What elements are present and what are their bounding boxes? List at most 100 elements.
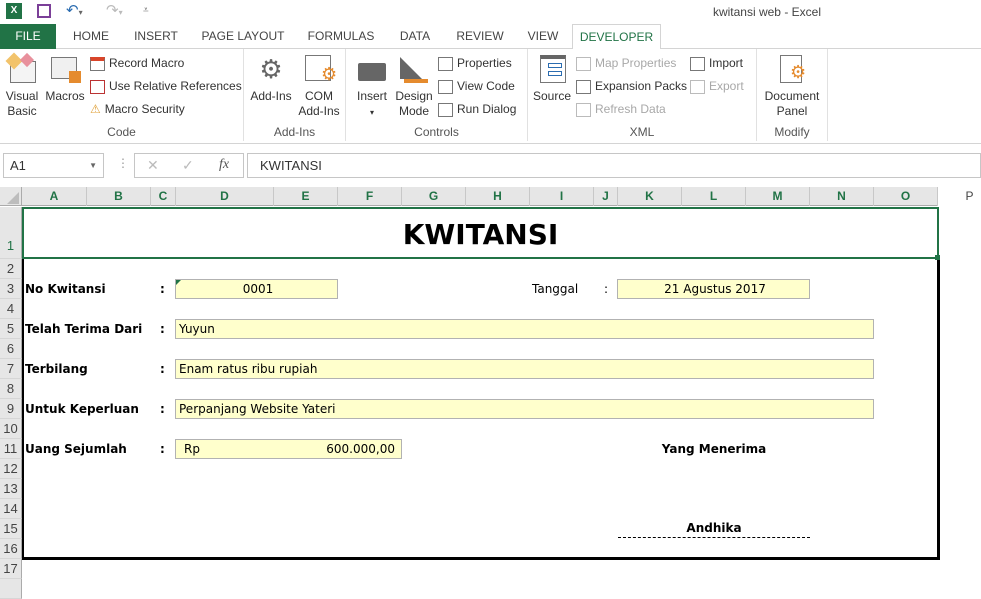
row-header-7[interactable]: 7: [0, 359, 22, 379]
window-title: kwitansi web - Excel: [712, 5, 821, 19]
select-all-button[interactable]: [0, 187, 22, 206]
tab-file[interactable]: FILE: [0, 24, 56, 49]
document-panel-button[interactable]: ⚙ Document Panel: [761, 53, 823, 119]
run-dialog-button[interactable]: Run Dialog: [438, 99, 516, 119]
column-header-g[interactable]: G: [402, 187, 466, 206]
tanggal-label: Tanggal: [532, 282, 579, 296]
group-label-modify: Modify: [774, 125, 810, 139]
cancel-icon[interactable]: ✕: [147, 157, 159, 174]
row-header-6[interactable]: 6: [0, 339, 22, 359]
receipt-title-cell[interactable]: KWITANSI: [22, 207, 939, 259]
macro-security-button[interactable]: ⚠ Macro Security: [90, 99, 185, 119]
tab-developer[interactable]: DEVELOPER: [572, 24, 661, 50]
tab-page-layout[interactable]: PAGE LAYOUT: [196, 24, 290, 49]
terbilang-cell[interactable]: Enam ratus ribu rupiah: [175, 359, 874, 379]
run-dialog-icon: [438, 102, 453, 117]
import-icon: [690, 56, 705, 71]
row-header-9[interactable]: 9: [0, 399, 22, 419]
column-header-j[interactable]: J: [594, 187, 618, 206]
formula-buttons: ✕ ✓ fx: [134, 153, 244, 178]
column-header-a[interactable]: A: [22, 187, 87, 206]
row-header-11[interactable]: 11: [0, 439, 22, 459]
source-button[interactable]: Source: [532, 53, 572, 104]
row-header-13[interactable]: 13: [0, 479, 22, 499]
keperluan-label: Untuk Keperluan: [25, 402, 139, 416]
export-button[interactable]: Export: [690, 76, 744, 96]
view-code-icon: [438, 79, 453, 94]
group-code: Visual Basic Macros Record Macro Use Rel…: [0, 49, 244, 141]
row-header-1[interactable]: 1: [0, 207, 22, 259]
column-header-n[interactable]: N: [810, 187, 874, 206]
use-relative-references-button[interactable]: Use Relative References: [90, 76, 242, 96]
insert-control-button[interactable]: Insert ▾: [352, 53, 392, 120]
row-header-4[interactable]: 4: [0, 299, 22, 319]
column-header-b[interactable]: B: [87, 187, 151, 206]
enter-icon[interactable]: ✓: [182, 157, 194, 174]
row-header-16[interactable]: 16: [0, 539, 22, 559]
map-properties-button[interactable]: Map Properties: [576, 53, 676, 73]
visual-basic-icon: [5, 52, 38, 85]
row-header-3[interactable]: 3: [0, 279, 22, 299]
com-addins-button[interactable]: ⚙ COM Add-Ins: [296, 53, 342, 119]
penerima-label: Yang Menerima: [661, 442, 767, 456]
fill-handle[interactable]: [935, 255, 940, 260]
toolbox-icon: [356, 53, 388, 85]
macros-button[interactable]: Macros: [44, 53, 86, 104]
column-header-d[interactable]: D: [176, 187, 274, 206]
document-panel-icon: ⚙: [776, 53, 808, 85]
import-button[interactable]: Import: [690, 53, 743, 73]
row-header-18[interactable]: [0, 579, 22, 599]
colon: :: [160, 322, 165, 336]
design-mode-button[interactable]: Design Mode: [394, 53, 434, 119]
column-header-m[interactable]: M: [746, 187, 810, 206]
column-header-k[interactable]: K: [618, 187, 682, 206]
refresh-data-button[interactable]: Refresh Data: [576, 99, 666, 119]
tab-home[interactable]: HOME: [66, 24, 116, 49]
jumlah-cell[interactable]: Rp 600.000,00: [175, 439, 402, 459]
tab-review[interactable]: REVIEW: [452, 24, 508, 49]
currency-label: Rp: [184, 442, 200, 456]
insert-function-icon[interactable]: fx: [219, 157, 229, 173]
column-header-o[interactable]: O: [874, 187, 938, 206]
group-controls: Insert ▾ Design Mode Properties View Code…: [346, 49, 528, 141]
tab-view[interactable]: VIEW: [520, 24, 566, 49]
column-header-p[interactable]: P: [938, 187, 981, 206]
row-header-17[interactable]: 17: [0, 559, 22, 579]
name-box[interactable]: A1 ▼: [3, 153, 104, 178]
chevron-down-icon[interactable]: ▼: [89, 154, 97, 177]
penerima-name[interactable]: Andhika: [618, 519, 810, 538]
row-header-5[interactable]: 5: [0, 319, 22, 339]
no-kwitansi-label: No Kwitansi: [25, 282, 106, 296]
row-header-8[interactable]: 8: [0, 379, 22, 399]
visual-basic-button[interactable]: Visual Basic: [2, 52, 42, 119]
formula-input[interactable]: KWITANSI: [247, 153, 981, 178]
tab-insert[interactable]: INSERT: [128, 24, 184, 49]
row-header-10[interactable]: 10: [0, 419, 22, 439]
column-header-i[interactable]: I: [530, 187, 594, 206]
tanggal-cell[interactable]: 21 Agustus 2017: [617, 279, 810, 299]
colon: :: [604, 282, 609, 296]
column-header-e[interactable]: E: [274, 187, 338, 206]
row-header-2[interactable]: 2: [0, 259, 22, 279]
terbilang-label: Terbilang: [25, 362, 88, 376]
keperluan-cell[interactable]: Perpanjang Website Yateri: [175, 399, 874, 419]
record-macro-icon: [90, 56, 105, 71]
view-code-button[interactable]: View Code: [438, 76, 515, 96]
column-header-h[interactable]: H: [466, 187, 530, 206]
jumlah-label: Uang Sejumlah: [25, 442, 127, 456]
addins-button[interactable]: ⚙ Add-Ins: [248, 53, 294, 104]
tab-formulas[interactable]: FORMULAS: [303, 24, 379, 49]
row-header-15[interactable]: 15: [0, 519, 22, 539]
column-header-l[interactable]: L: [682, 187, 746, 206]
properties-button[interactable]: Properties: [438, 53, 512, 73]
row-header-12[interactable]: 12: [0, 459, 22, 479]
row-header-14[interactable]: 14: [0, 499, 22, 519]
column-header-f[interactable]: F: [338, 187, 402, 206]
no-kwitansi-cell[interactable]: 0001: [175, 279, 338, 299]
terima-cell[interactable]: Yuyun: [175, 319, 874, 339]
record-macro-button[interactable]: Record Macro: [90, 53, 184, 73]
expansion-packs-button[interactable]: Expansion Packs: [576, 76, 687, 96]
group-label-controls: Controls: [414, 125, 459, 139]
column-header-c[interactable]: C: [151, 187, 176, 206]
tab-data[interactable]: DATA: [392, 24, 438, 49]
